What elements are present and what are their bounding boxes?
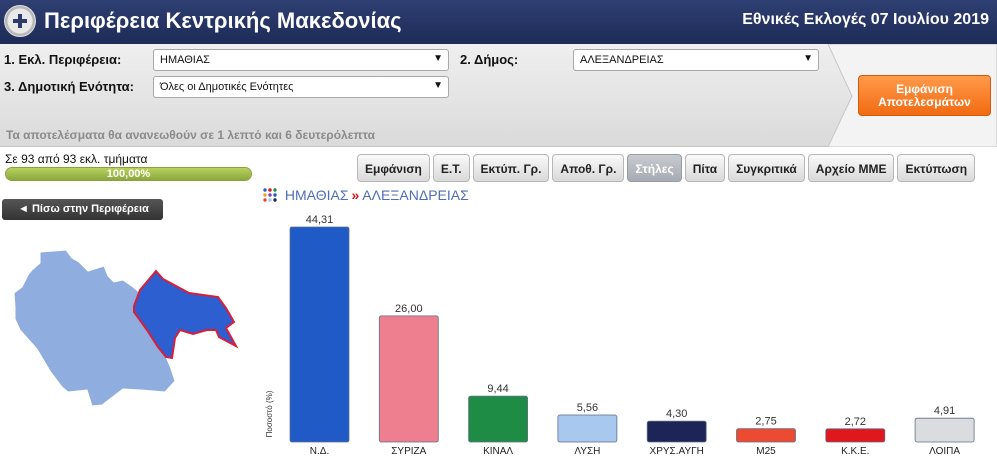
bar-value-label: 4,91 bbox=[934, 405, 955, 417]
bar bbox=[289, 226, 350, 443]
y-axis-label: Ποσοστό (%) bbox=[265, 390, 274, 437]
bar-value-label: 26,00 bbox=[395, 303, 423, 315]
category-label: ΚΙΝΑΛ bbox=[483, 446, 513, 457]
bar-value-label: 4,30 bbox=[666, 408, 687, 420]
bar-value-label: 9,44 bbox=[487, 383, 508, 395]
bar-value-label: 2,75 bbox=[755, 416, 776, 428]
category-label: ΛΥΣΗ bbox=[574, 446, 600, 457]
bar-value-label: 44,31 bbox=[306, 214, 334, 226]
category-label: Ν.Δ. bbox=[310, 446, 329, 457]
results-chart: Ποσοστό (%) 44,31 Ν.Δ. 26,00 ΣΥΡΙΖΑ 9,44 ΚΙΝΑ… bbox=[13, 214, 975, 457]
category-label: ΛΟΙΠΑ bbox=[929, 446, 960, 457]
map bbox=[13, 249, 239, 407]
category-label: Μ25 bbox=[756, 446, 776, 457]
bar bbox=[557, 414, 618, 443]
bar bbox=[736, 428, 796, 443]
bar-value-label: 2,72 bbox=[845, 416, 866, 428]
bar bbox=[646, 420, 707, 443]
bar bbox=[468, 395, 529, 443]
category-label: ΧΡΥΣ.ΑΥΓΗ bbox=[650, 446, 704, 457]
category-label: ΣΥΡΙΖΑ bbox=[391, 446, 426, 457]
bar bbox=[825, 428, 886, 443]
bar-value-label: 5,56 bbox=[577, 402, 598, 414]
bar bbox=[378, 315, 439, 443]
bars: 44,31 Ν.Δ. 26,00 ΣΥΡΙΖΑ 9,44 ΚΙΝΑΛ 5,56 ΛΥΣΗ 4,3… bbox=[289, 214, 975, 457]
bar bbox=[914, 417, 975, 443]
results-page: { "header": { "title": "Περιφέρεια Κεντρ… bbox=[0, 0, 997, 463]
category-label: Κ.Κ.Ε. bbox=[841, 446, 869, 457]
